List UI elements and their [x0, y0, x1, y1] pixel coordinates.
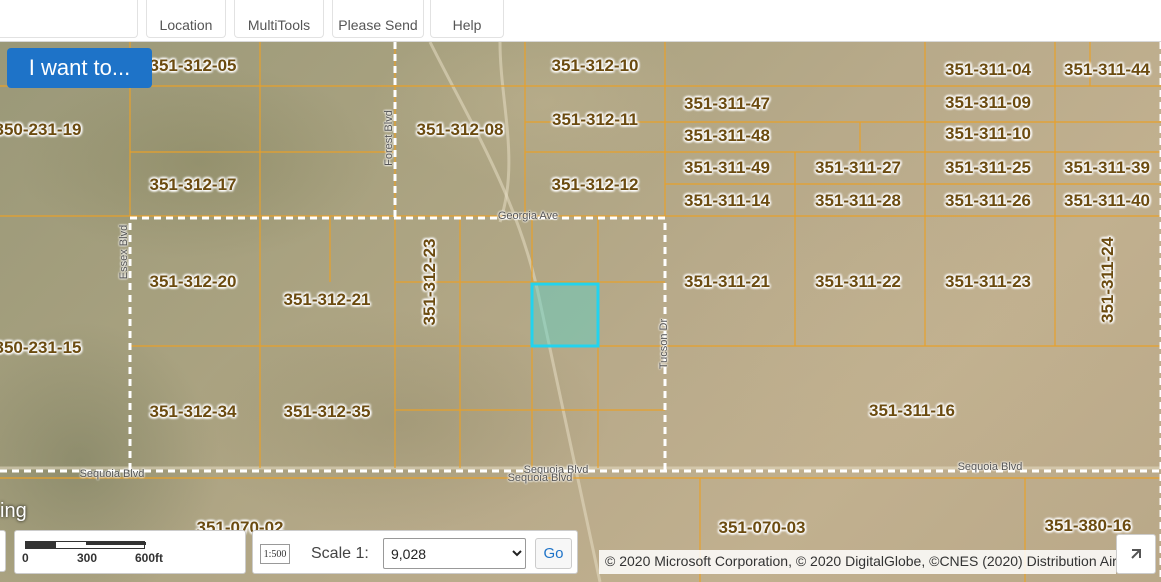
parcel-label[interactable]: 351-311-40: [1064, 191, 1150, 211]
street-label: Georgia Ave: [497, 210, 559, 222]
selected-parcel[interactable]: [530, 282, 600, 348]
parcel-label[interactable]: 351-311-39: [1064, 158, 1150, 178]
left-panel-stub[interactable]: [0, 530, 6, 572]
parcel-label[interactable]: 351-312-20: [150, 272, 237, 292]
parcel-label[interactable]: 351-312-17: [150, 175, 237, 195]
parcel-label[interactable]: 350-231-15: [0, 338, 81, 358]
parcel-label[interactable]: 351-311-21: [684, 272, 770, 292]
parcel-label[interactable]: 350-231-19: [0, 120, 81, 140]
tab-multitools[interactable]: MultiTools: [234, 0, 324, 38]
parcel-label[interactable]: 351-311-44: [1064, 60, 1150, 80]
parcel-label[interactable]: 351-311-14: [684, 191, 770, 211]
parcel-label[interactable]: 351-311-47: [684, 94, 770, 114]
map-attribution: © 2020 Microsoft Corporation, © 2020 Dig…: [599, 550, 1116, 574]
expand-arrow-icon[interactable]: [1116, 534, 1156, 574]
i-want-to-button[interactable]: I want to...: [7, 48, 152, 88]
parcel-label[interactable]: 351-312-05: [150, 56, 237, 76]
parcel-label[interactable]: 351-311-09: [945, 93, 1031, 113]
parcel-label[interactable]: 351-311-16: [869, 401, 955, 421]
parcel-label[interactable]: 351-312-11: [552, 110, 638, 130]
parcel-label[interactable]: 351-311-48: [684, 126, 770, 146]
scale-label: Scale 1:: [311, 545, 369, 562]
street-label: Sequoia Blvd: [79, 468, 145, 480]
parcel-label[interactable]: 351-311-49: [684, 158, 770, 178]
ruler-scale-icon[interactable]: 1:500: [260, 544, 290, 564]
parcel-label[interactable]: 351-311-27: [815, 158, 901, 178]
street-label: Tucson Dr: [658, 318, 670, 370]
street-label: Sequoia Blvd: [957, 461, 1023, 473]
toolbar-slot-empty: [0, 0, 138, 38]
parcel-label[interactable]: 351-311-22: [815, 272, 901, 292]
parcel-label[interactable]: 351-312-23: [420, 239, 440, 326]
parcel-label[interactable]: 351-311-10: [945, 124, 1031, 144]
parcel-label[interactable]: 351-311-23: [945, 272, 1031, 292]
scale-bar-tick: 0: [22, 551, 29, 565]
scale-bar-tick: 300: [77, 551, 98, 565]
parcel-label[interactable]: 351-311-28: [815, 191, 901, 211]
parcel-label[interactable]: 351-312-10: [552, 56, 639, 76]
street-label: Forest Blvd: [383, 110, 395, 166]
tab-please-send[interactable]: Please Send: [332, 0, 424, 38]
parcel-label[interactable]: 351-311-24: [1098, 237, 1118, 323]
street-label: Sequoia Blvd: [507, 472, 573, 484]
map-canvas[interactable]: 351-312-05 351-312-10 351-311-04 351-311…: [0, 42, 1161, 582]
go-button[interactable]: Go: [535, 538, 572, 569]
parcel-label[interactable]: 351-380-16: [1045, 516, 1132, 536]
scale-control: 1:500 Scale 1: 9,028 Go: [252, 530, 578, 574]
parcel-label[interactable]: 351-312-34: [150, 402, 237, 422]
parcel-label[interactable]: 351-311-04: [945, 60, 1031, 80]
parcel-label[interactable]: 351-312-35: [284, 402, 371, 422]
parcel-label[interactable]: 351-312-08: [417, 120, 504, 140]
parcel-label[interactable]: 351-312-21: [284, 290, 371, 310]
parcel-label[interactable]: 351-070-03: [719, 518, 806, 538]
scale-select[interactable]: 9,028: [383, 538, 526, 569]
parcel-label[interactable]: 351-311-26: [945, 191, 1031, 211]
partial-label: ing: [0, 500, 27, 522]
parcel-label[interactable]: 351-312-12: [552, 175, 639, 195]
tab-help[interactable]: Help: [430, 0, 504, 38]
parcel-label[interactable]: 351-311-25: [945, 158, 1031, 178]
top-toolbar: Location MultiTools Please Send Help: [0, 0, 1161, 42]
scale-bar-tick: 600ft: [135, 551, 164, 565]
scale-bar-graphic: [25, 541, 146, 549]
street-label: Essex Blvd: [118, 224, 130, 280]
tab-location[interactable]: Location: [146, 0, 226, 38]
scale-bar: 0 300 600ft: [14, 530, 246, 574]
